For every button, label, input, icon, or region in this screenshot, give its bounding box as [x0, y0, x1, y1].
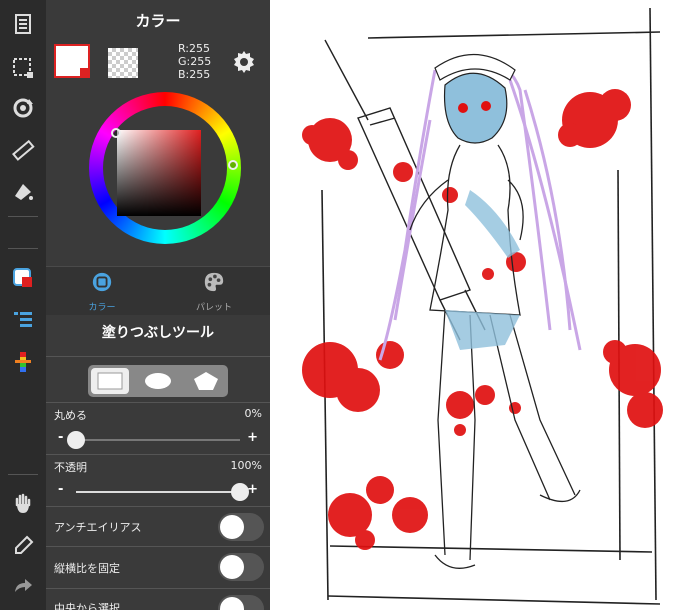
color-tabs: カラー パレット — [46, 266, 270, 315]
rounding-slider[interactable]: - + — [54, 430, 262, 450]
fill-tool-icon[interactable] — [7, 176, 39, 208]
rectangle-shape[interactable] — [91, 368, 129, 394]
saturation-value-square[interactable] — [117, 130, 201, 216]
rounding-plus-button[interactable]: + — [247, 430, 258, 445]
drawing-canvas[interactable] — [270, 0, 680, 610]
palette-icon — [204, 272, 224, 292]
color-swatches: R:255 G:255 B:255 — [46, 38, 270, 86]
opacity-value: 100% — [230, 459, 262, 472]
redo-icon[interactable] — [7, 570, 39, 602]
rgb-b-value: B:255 — [178, 68, 211, 81]
opacity-row: 不透明 100% - + — [46, 454, 270, 505]
hue-handle[interactable] — [228, 160, 238, 170]
from-center-label: 中央から選択 — [54, 602, 120, 610]
fix-ratio-toggle[interactable] — [218, 553, 264, 581]
toolbar-divider — [8, 474, 38, 475]
rgb-g-value: G:255 — [178, 55, 212, 68]
rounding-minus-button[interactable]: - — [58, 430, 63, 445]
rgb-r-value: R:255 — [178, 42, 211, 55]
antialias-toggle[interactable] — [218, 513, 264, 541]
toolbar-divider — [8, 248, 38, 249]
toolbar-divider — [8, 216, 38, 217]
polygon-shape[interactable] — [187, 368, 225, 394]
opacity-label: 不透明 — [54, 461, 87, 474]
layers-icon[interactable] — [7, 8, 39, 40]
opacity-minus-button[interactable]: - — [58, 482, 63, 497]
foreground-swatch[interactable] — [54, 44, 90, 78]
artwork — [302, 7, 663, 605]
transform-icon[interactable] — [7, 92, 39, 124]
antialias-row: アンチエイリアス — [46, 506, 270, 547]
ellipse-shape[interactable] — [139, 368, 177, 394]
eyedropper-icon[interactable] — [7, 530, 39, 562]
color-panel-icon[interactable] — [7, 262, 39, 294]
gear-icon[interactable] — [232, 50, 256, 74]
rounding-value: 0% — [244, 407, 262, 420]
background-swatch[interactable] — [108, 48, 138, 78]
selection-icon[interactable] — [7, 52, 39, 84]
left-toolbar — [0, 0, 46, 610]
tab-palette[interactable]: パレット — [158, 271, 270, 313]
shape-selector — [88, 365, 228, 397]
character-head — [434, 53, 516, 144]
color-panel-title: カラー — [135, 12, 181, 30]
ruler-icon[interactable] — [7, 134, 39, 166]
opacity-slider[interactable]: - + — [54, 482, 262, 502]
color-tab-icon — [92, 272, 112, 292]
tab-palette-label: パレット — [195, 303, 232, 313]
side-panel: カラー R:255 G:255 B:255 カラー パレット 塗りつぶしツール — [46, 0, 270, 610]
tab-color-label: カラー — [88, 303, 116, 313]
rgb-readout: R:255 G:255 B:255 — [178, 42, 211, 81]
brush-palette-icon[interactable] — [7, 346, 39, 378]
tab-color[interactable]: カラー — [46, 271, 158, 313]
rounding-knob[interactable] — [67, 431, 85, 449]
opacity-plus-button[interactable]: + — [247, 482, 258, 497]
from-center-row: 中央から選択 — [46, 588, 270, 610]
hand-icon[interactable] — [7, 488, 39, 520]
tool-panel-title: 塗りつぶしツール — [101, 325, 215, 341]
antialias-label: アンチエイリアス — [54, 521, 142, 534]
sv-handle[interactable] — [111, 128, 121, 138]
fix-ratio-row: 縦横比を固定 — [46, 546, 270, 587]
from-center-toggle[interactable] — [218, 595, 264, 610]
rounding-row: 丸める 0% - + — [46, 402, 270, 453]
layer-list-icon[interactable] — [7, 304, 39, 336]
fix-ratio-label: 縦横比を固定 — [54, 562, 120, 575]
rounding-label: 丸める — [54, 409, 87, 422]
